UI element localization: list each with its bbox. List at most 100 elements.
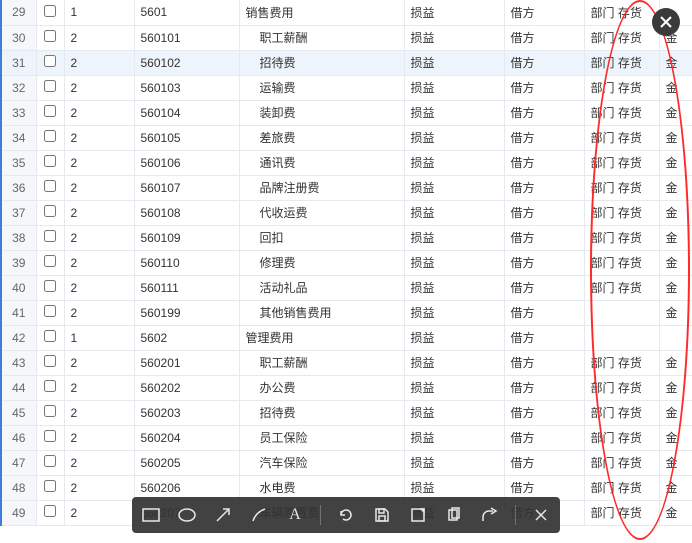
cell-name[interactable]: 职工薪酬 (239, 350, 404, 375)
cell-level[interactable]: 2 (64, 175, 134, 200)
cell-direction[interactable]: 借方 (504, 150, 584, 175)
row-checkbox[interactable] (44, 430, 56, 442)
cell-type[interactable]: 损益 (404, 300, 504, 325)
row-checkbox[interactable] (44, 355, 56, 367)
cell-level[interactable]: 2 (64, 350, 134, 375)
table-row[interactable]: 382560109回扣损益借方部门 存货金 (1, 225, 692, 250)
row-checkbox[interactable] (44, 105, 56, 117)
cell-level[interactable]: 2 (64, 75, 134, 100)
cell-unit[interactable]: 金 (659, 250, 692, 275)
cell-type[interactable]: 损益 (404, 25, 504, 50)
cell-name[interactable]: 通讯费 (239, 150, 404, 175)
cell-aux[interactable]: 部门 存货 (584, 400, 659, 425)
cell-level[interactable]: 2 (64, 25, 134, 50)
cell-direction[interactable]: 借方 (504, 250, 584, 275)
arrow-icon[interactable] (212, 504, 234, 526)
cell-type[interactable]: 损益 (404, 200, 504, 225)
cell-unit[interactable]: 金 (659, 125, 692, 150)
cell-type[interactable]: 损益 (404, 225, 504, 250)
cell-level[interactable]: 2 (64, 300, 134, 325)
table-row[interactable]: 4215602管理费用损益借方 (1, 325, 692, 350)
table-row[interactable]: 432560201职工薪酬损益借方部门 存货金 (1, 350, 692, 375)
table-row[interactable]: 322560103运输费损益借方部门 存货金 (1, 75, 692, 100)
cell-code[interactable]: 560205 (134, 450, 239, 475)
cell-aux[interactable]: 部门 存货 (584, 150, 659, 175)
row-checkbox[interactable] (44, 480, 56, 492)
cell-unit[interactable]: 金 (659, 475, 692, 500)
row-checkbox[interactable] (44, 230, 56, 242)
ellipse-icon[interactable] (176, 504, 198, 526)
save-icon[interactable] (371, 504, 393, 526)
cell-code[interactable]: 560103 (134, 75, 239, 100)
cell-name[interactable]: 修理费 (239, 250, 404, 275)
cell-level[interactable]: 2 (64, 125, 134, 150)
row-checkbox[interactable] (44, 205, 56, 217)
cell-type[interactable]: 损益 (404, 75, 504, 100)
table-row[interactable]: 392560110修理费损益借方部门 存货金 (1, 250, 692, 275)
cell-code[interactable]: 560201 (134, 350, 239, 375)
cell-name[interactable]: 汽车保险 (239, 450, 404, 475)
table-row[interactable]: 372560108代收运费损益借方部门 存货金 (1, 200, 692, 225)
table-row[interactable]: 332560104装卸费损益借方部门 存货金 (1, 100, 692, 125)
copy-icon[interactable] (443, 504, 465, 526)
cell-unit[interactable]: 金 (659, 200, 692, 225)
cell-unit[interactable]: 金 (659, 175, 692, 200)
row-checkbox[interactable] (44, 330, 56, 342)
cell-aux[interactable]: 部门 存货 (584, 350, 659, 375)
cell-code[interactable]: 560104 (134, 100, 239, 125)
cell-aux[interactable]: 部门 存货 (584, 175, 659, 200)
row-checkbox[interactable] (44, 30, 56, 42)
row-checkbox[interactable] (44, 455, 56, 467)
cell-aux[interactable]: 部门 存货 (584, 0, 659, 25)
pin-icon[interactable] (407, 504, 429, 526)
cell-code[interactable]: 5601 (134, 0, 239, 25)
table-row[interactable]: 452560203招待费损益借方部门 存货金 (1, 400, 692, 425)
table-row[interactable]: 302560101职工薪酬损益借方部门 存货金 (1, 25, 692, 50)
cell-name[interactable]: 代收运费 (239, 200, 404, 225)
cell-type[interactable]: 损益 (404, 325, 504, 350)
cell-level[interactable]: 1 (64, 325, 134, 350)
cell-unit[interactable]: 金 (659, 150, 692, 175)
cell-direction[interactable]: 借方 (504, 0, 584, 25)
cell-direction[interactable]: 借方 (504, 100, 584, 125)
cell-type[interactable]: 损益 (404, 275, 504, 300)
share-icon[interactable] (479, 504, 501, 526)
table-row[interactable]: 472560205汽车保险损益借方部门 存货金 (1, 450, 692, 475)
cell-aux[interactable]: 部门 存货 (584, 450, 659, 475)
text-icon[interactable]: A (284, 504, 306, 526)
cell-type[interactable]: 损益 (404, 375, 504, 400)
cell-aux[interactable]: 部门 存货 (584, 75, 659, 100)
cell-direction[interactable]: 借方 (504, 300, 584, 325)
cell-name[interactable]: 品牌注册费 (239, 175, 404, 200)
table-row[interactable]: 462560204员工保险损益借方部门 存货金 (1, 425, 692, 450)
cell-direction[interactable]: 借方 (504, 275, 584, 300)
table-row[interactable]: 352560106通讯费损益借方部门 存货金 (1, 150, 692, 175)
brush-icon[interactable] (248, 504, 270, 526)
cell-direction[interactable]: 借方 (504, 425, 584, 450)
cell-level[interactable]: 2 (64, 50, 134, 75)
cell-unit[interactable]: 金 (659, 75, 692, 100)
cell-aux[interactable] (584, 325, 659, 350)
cell-code[interactable]: 560107 (134, 175, 239, 200)
cell-level[interactable]: 2 (64, 150, 134, 175)
cell-direction[interactable]: 借方 (504, 350, 584, 375)
cell-name[interactable]: 回扣 (239, 225, 404, 250)
cell-direction[interactable]: 借方 (504, 125, 584, 150)
cell-name[interactable]: 活动礼品 (239, 275, 404, 300)
cell-level[interactable]: 2 (64, 375, 134, 400)
cell-name[interactable]: 销售费用 (239, 0, 404, 25)
row-checkbox[interactable] (44, 130, 56, 142)
cell-level[interactable]: 2 (64, 225, 134, 250)
row-checkbox[interactable] (44, 255, 56, 267)
row-checkbox[interactable] (44, 280, 56, 292)
cell-level[interactable]: 2 (64, 200, 134, 225)
account-table[interactable]: 2915601销售费用损益借方部门 存货302560101职工薪酬损益借方部门 … (0, 0, 692, 526)
cell-type[interactable]: 损益 (404, 125, 504, 150)
cell-level[interactable]: 2 (64, 425, 134, 450)
cell-aux[interactable]: 部门 存货 (584, 125, 659, 150)
row-checkbox[interactable] (44, 380, 56, 392)
cell-code[interactable]: 560199 (134, 300, 239, 325)
cell-name[interactable]: 职工薪酬 (239, 25, 404, 50)
cell-code[interactable]: 560102 (134, 50, 239, 75)
table-row[interactable]: 362560107品牌注册费损益借方部门 存货金 (1, 175, 692, 200)
